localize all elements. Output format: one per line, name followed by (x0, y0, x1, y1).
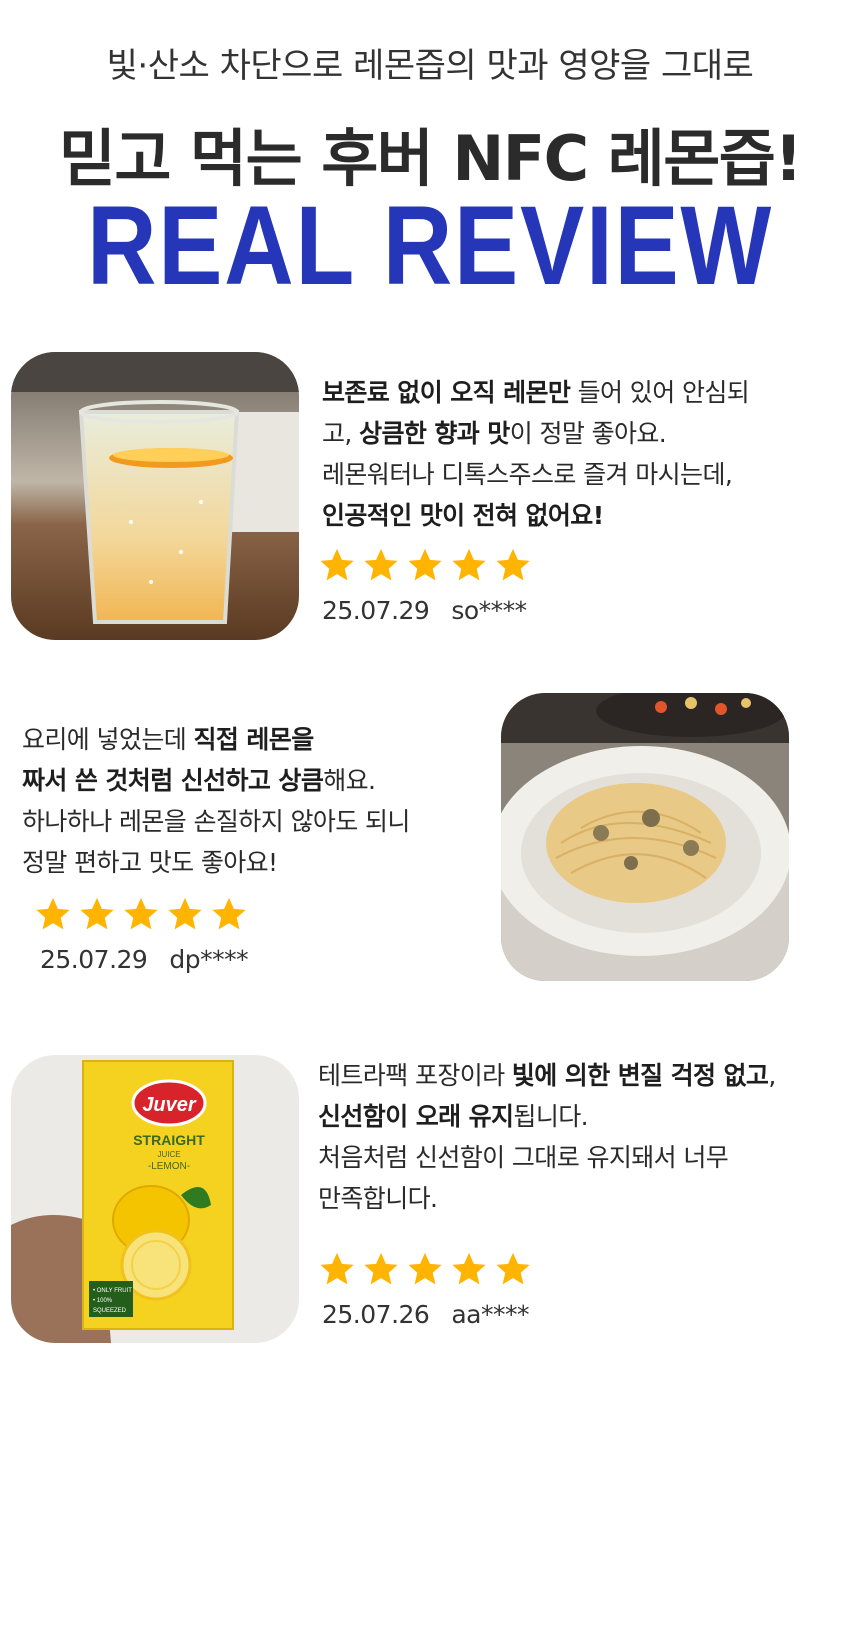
review-text-3: 테트라팩 포장이라 빛에 의한 변질 걱정 없고, 신선함이 오래 유지됩니다. 처… (318, 1055, 848, 1219)
reviewer-name: dp**** (169, 945, 249, 974)
review-line: 레몬워터나 디톡스주스로 즐겨 마시는데, (322, 454, 822, 495)
review-text-segment: 만족합니다. (318, 1184, 438, 1213)
star-icon (362, 546, 400, 584)
star-icon (210, 895, 248, 933)
review-text-segment: 정말 편하고 맛도 좋아요! (22, 848, 278, 877)
section-title: REAL REVIEW (86, 183, 774, 308)
review-text-segment: 고, (322, 419, 360, 448)
review-text-bold: 보존료 없이 오직 레몬만 (322, 378, 571, 407)
carton-line2: JUICE (157, 1150, 180, 1159)
review-meta-2: 25.07.29 dp**** (40, 945, 249, 974)
review-date: 25.07.29 (40, 945, 148, 974)
star-icon (494, 546, 532, 584)
star-icon (318, 546, 356, 584)
review-photo-pasta (501, 693, 789, 981)
review-meta-3: 25.07.26 aa**** (322, 1300, 529, 1329)
review-text-segment: 처음처럼 신선함이 그대로 유지돼서 너무 (318, 1143, 729, 1172)
pasta-plate-icon (501, 693, 789, 981)
review-line: 요리에 넣었는데 직접 레몬을 (22, 719, 482, 760)
review-line: 고, 상큼한 향과 맛이 정말 좋아요. (322, 413, 822, 454)
review-line: 신선함이 오래 유지됩니다. (318, 1096, 848, 1137)
review-text-segment: 됩니다. (513, 1102, 588, 1131)
rating-stars-3 (318, 1250, 532, 1288)
review-line: 보존료 없이 오직 레몬만 들어 있어 안심되 (322, 372, 822, 413)
review-text-bold: 신선함이 오래 유지 (318, 1102, 514, 1131)
review-text-bold: 빛에 의한 변질 걱정 없고 (511, 1061, 769, 1090)
star-icon (406, 1250, 444, 1288)
review-text-segment: 테트라팩 포장이라 (318, 1061, 512, 1090)
carton-brand: Juver (142, 1094, 197, 1116)
review-line: 처음처럼 신선함이 그대로 유지돼서 너무 (318, 1137, 848, 1178)
review-line: 인공적인 맛이 전혀 없어요! (322, 495, 822, 536)
star-icon (34, 895, 72, 933)
reviewer-name: aa**** (451, 1300, 529, 1329)
review-text-segment: , (768, 1061, 776, 1090)
carton-badge3: SQUEEZED (93, 1308, 127, 1314)
review-text-bold: 짜서 쓴 것처럼 신선하고 상큼 (22, 766, 324, 795)
review-text-segment: 하나하나 레몬을 손질하지 않아도 되니 (22, 807, 410, 836)
review-photo-juice-carton: Juver STRAIGHT JUICE -LEMON- • ONLY FRUI… (11, 1055, 299, 1343)
review-text-2: 요리에 넣었는데 직접 레몬을 짜서 쓴 것처럼 신선하고 상큼해요. 하나하나 레… (22, 719, 482, 883)
rating-stars-2 (34, 895, 248, 933)
star-icon (450, 546, 488, 584)
star-icon (362, 1250, 400, 1288)
review-photo-lemon-water (11, 352, 299, 640)
lemon-water-glass-icon (11, 352, 299, 640)
review-line: 만족합니다. (318, 1178, 848, 1219)
review-text-1: 보존료 없이 오직 레몬만 들어 있어 안심되 고, 상큼한 향과 맛이 정말 좋… (322, 372, 822, 536)
carton-badge1: • ONLY FRUIT (93, 1288, 132, 1294)
review-date: 25.07.29 (322, 596, 430, 625)
review-line: 테트라팩 포장이라 빛에 의한 변질 걱정 없고, (318, 1055, 848, 1096)
review-date: 25.07.26 (322, 1300, 430, 1329)
review-meta-1: 25.07.29 so**** (322, 596, 527, 625)
review-text-bold: 상큼한 향과 맛 (359, 419, 510, 448)
review-text-segment: 레몬워터나 디톡스주스로 즐겨 마시는데, (322, 460, 733, 489)
rating-stars-1 (318, 546, 532, 584)
star-icon (450, 1250, 488, 1288)
review-text-segment: 요리에 넣었는데 (22, 725, 194, 754)
review-text-segment: 해요. (323, 766, 376, 795)
carton-line3: -LEMON- (148, 1161, 190, 1172)
review-text-segment: 들어 있어 안심되 (570, 378, 750, 407)
star-icon (122, 895, 160, 933)
carton-badge2: • 100% (93, 1298, 113, 1304)
review-text-segment: 이 정말 좋아요. (509, 419, 667, 448)
star-icon (406, 546, 444, 584)
review-text-bold: 인공적인 맛이 전혀 없어요! (322, 501, 604, 530)
juice-carton-icon: Juver STRAIGHT JUICE -LEMON- • ONLY FRUI… (11, 1055, 299, 1343)
star-icon (318, 1250, 356, 1288)
carton-line1: STRAIGHT (133, 1132, 205, 1148)
review-text-bold: 직접 레몬을 (193, 725, 315, 754)
star-icon (166, 895, 204, 933)
header-subtitle: 빛·산소 차단으로 레몬즙의 맛과 영양을 그대로 (106, 46, 754, 86)
review-line: 하나하나 레몬을 손질하지 않아도 되니 (22, 801, 482, 842)
reviewer-name: so**** (451, 596, 527, 625)
review-line: 정말 편하고 맛도 좋아요! (22, 842, 482, 883)
star-icon (78, 895, 116, 933)
review-line: 짜서 쓴 것처럼 신선하고 상큼해요. (22, 760, 482, 801)
star-icon (494, 1250, 532, 1288)
